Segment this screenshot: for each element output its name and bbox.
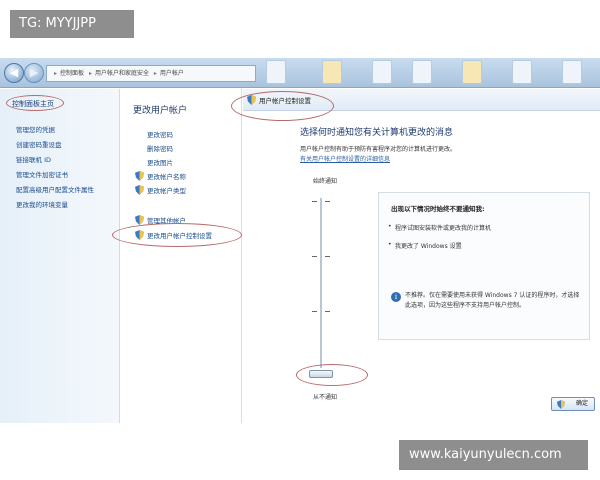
left-nav-link[interactable]: 创建密码重设盘 xyxy=(16,139,62,149)
uac-info-panel: 出现以下情况时始终不要通知我: 程序试图安装软件或更改我的计算机 我更改了 Wi… xyxy=(378,192,590,340)
left-nav-link[interactable]: 管理文件加密证书 xyxy=(16,169,68,179)
address-bar: ◀ ▶ ▸ 控制面板 ▸ 用户帐户和家庭安全 ▸ 用户帐户 xyxy=(0,58,600,88)
info-heading: 出现以下情况时始终不要通知我: xyxy=(391,205,485,213)
slider-tick xyxy=(312,311,317,312)
slider-tick xyxy=(312,256,317,257)
info-note: 不推荐。仅在需要使用未获得 Windows 7 认证的程序时，才选择此选项，因为… xyxy=(405,292,580,309)
watermark-top: TG: MYYJJPP xyxy=(10,10,134,38)
middle-link[interactable]: 更改帐户类型 xyxy=(147,185,186,195)
uac-description: 用户帐户控制有助于预防有害程序对您的计算机进行更改。 xyxy=(300,146,457,153)
breadcrumb-item[interactable]: 用户帐户 xyxy=(160,70,184,77)
slider-tick xyxy=(325,311,330,312)
annotation-circle xyxy=(6,95,64,111)
forward-arrow-icon: ▶ xyxy=(29,66,39,79)
slider-tick xyxy=(325,201,330,202)
screenshot: TG: MYYJJPP ◀ ▶ ▸ 控制面板 ▸ 用户帐户和家庭安全 ▸ 用户帐户 控… xyxy=(0,0,600,480)
file-icon xyxy=(372,60,392,84)
left-nav-link[interactable]: 更改我的环境变量 xyxy=(16,199,68,209)
slider-tick xyxy=(325,256,330,257)
file-icon xyxy=(412,60,432,84)
annotation-circle xyxy=(231,91,334,121)
middle-link[interactable]: 更改密码 xyxy=(147,129,173,139)
ok-button[interactable]: 确定 xyxy=(551,397,595,411)
forward-button[interactable]: ▶ xyxy=(24,63,44,83)
uac-shield-icon xyxy=(135,215,144,225)
panel-title: 更改用户帐户 xyxy=(133,106,188,116)
change-account-panel: 更改用户帐户 更改密码 删除密码 更改图片 更改帐户名称 更改帐户类型 管理其他… xyxy=(121,89,242,423)
slider-top-label: 始终通知 xyxy=(313,178,338,185)
ok-button-label: 确定 xyxy=(575,400,588,407)
middle-link[interactable]: 更改帐户名称 xyxy=(147,171,186,181)
info-icon: i xyxy=(391,292,401,302)
breadcrumb-item[interactable]: 控制面板 xyxy=(60,70,84,77)
file-icon xyxy=(512,60,532,84)
control-panel-window: ◀ ▶ ▸ 控制面板 ▸ 用户帐户和家庭安全 ▸ 用户帐户 控制面板主页 管理您的凭据… xyxy=(0,58,600,423)
breadcrumb-item[interactable]: 用户帐户和家庭安全 xyxy=(95,70,149,77)
middle-link[interactable]: 更改图片 xyxy=(147,157,173,167)
annotation-circle xyxy=(112,223,242,247)
background-desktop-icons xyxy=(262,60,600,86)
left-nav-panel: 控制面板主页 管理您的凭据 创建密码重设盘 链接联机 ID 管理文件加密证书 配… xyxy=(0,89,120,423)
middle-link[interactable]: 删除密码 xyxy=(147,143,173,153)
slider-bottom-label: 从不通知 xyxy=(313,394,338,401)
uac-shield-icon xyxy=(557,400,565,409)
watermark-bottom: www.kaiyunyulecn.com xyxy=(399,440,588,470)
notification-slider-track[interactable] xyxy=(320,198,322,368)
left-nav-link[interactable]: 链接联机 ID xyxy=(16,154,51,164)
uac-help-link[interactable]: 有关用户帐户控制设置的详细信息 xyxy=(300,154,390,163)
file-icon xyxy=(266,60,286,84)
info-bullet: 我更改了 Windows 设置 xyxy=(388,241,462,250)
uac-shield-icon xyxy=(135,185,144,195)
left-nav-link[interactable]: 管理您的凭据 xyxy=(16,124,55,134)
file-icon xyxy=(562,60,582,84)
uac-heading: 选择何时通知您有关计算机更改的消息 xyxy=(300,128,454,138)
folder-icon xyxy=(322,60,342,84)
slider-tick xyxy=(312,201,317,202)
back-arrow-icon: ◀ xyxy=(9,66,19,79)
back-button[interactable]: ◀ xyxy=(4,63,24,83)
info-bullet: 程序试图安装软件或更改我的计算机 xyxy=(388,223,491,232)
left-nav-link[interactable]: 配置高级用户配置文件属性 xyxy=(16,184,94,194)
uac-shield-icon xyxy=(135,171,144,181)
annotation-circle xyxy=(296,364,368,386)
breadcrumb[interactable]: ▸ 控制面板 ▸ 用户帐户和家庭安全 ▸ 用户帐户 xyxy=(46,65,256,82)
folder-icon xyxy=(462,60,482,84)
